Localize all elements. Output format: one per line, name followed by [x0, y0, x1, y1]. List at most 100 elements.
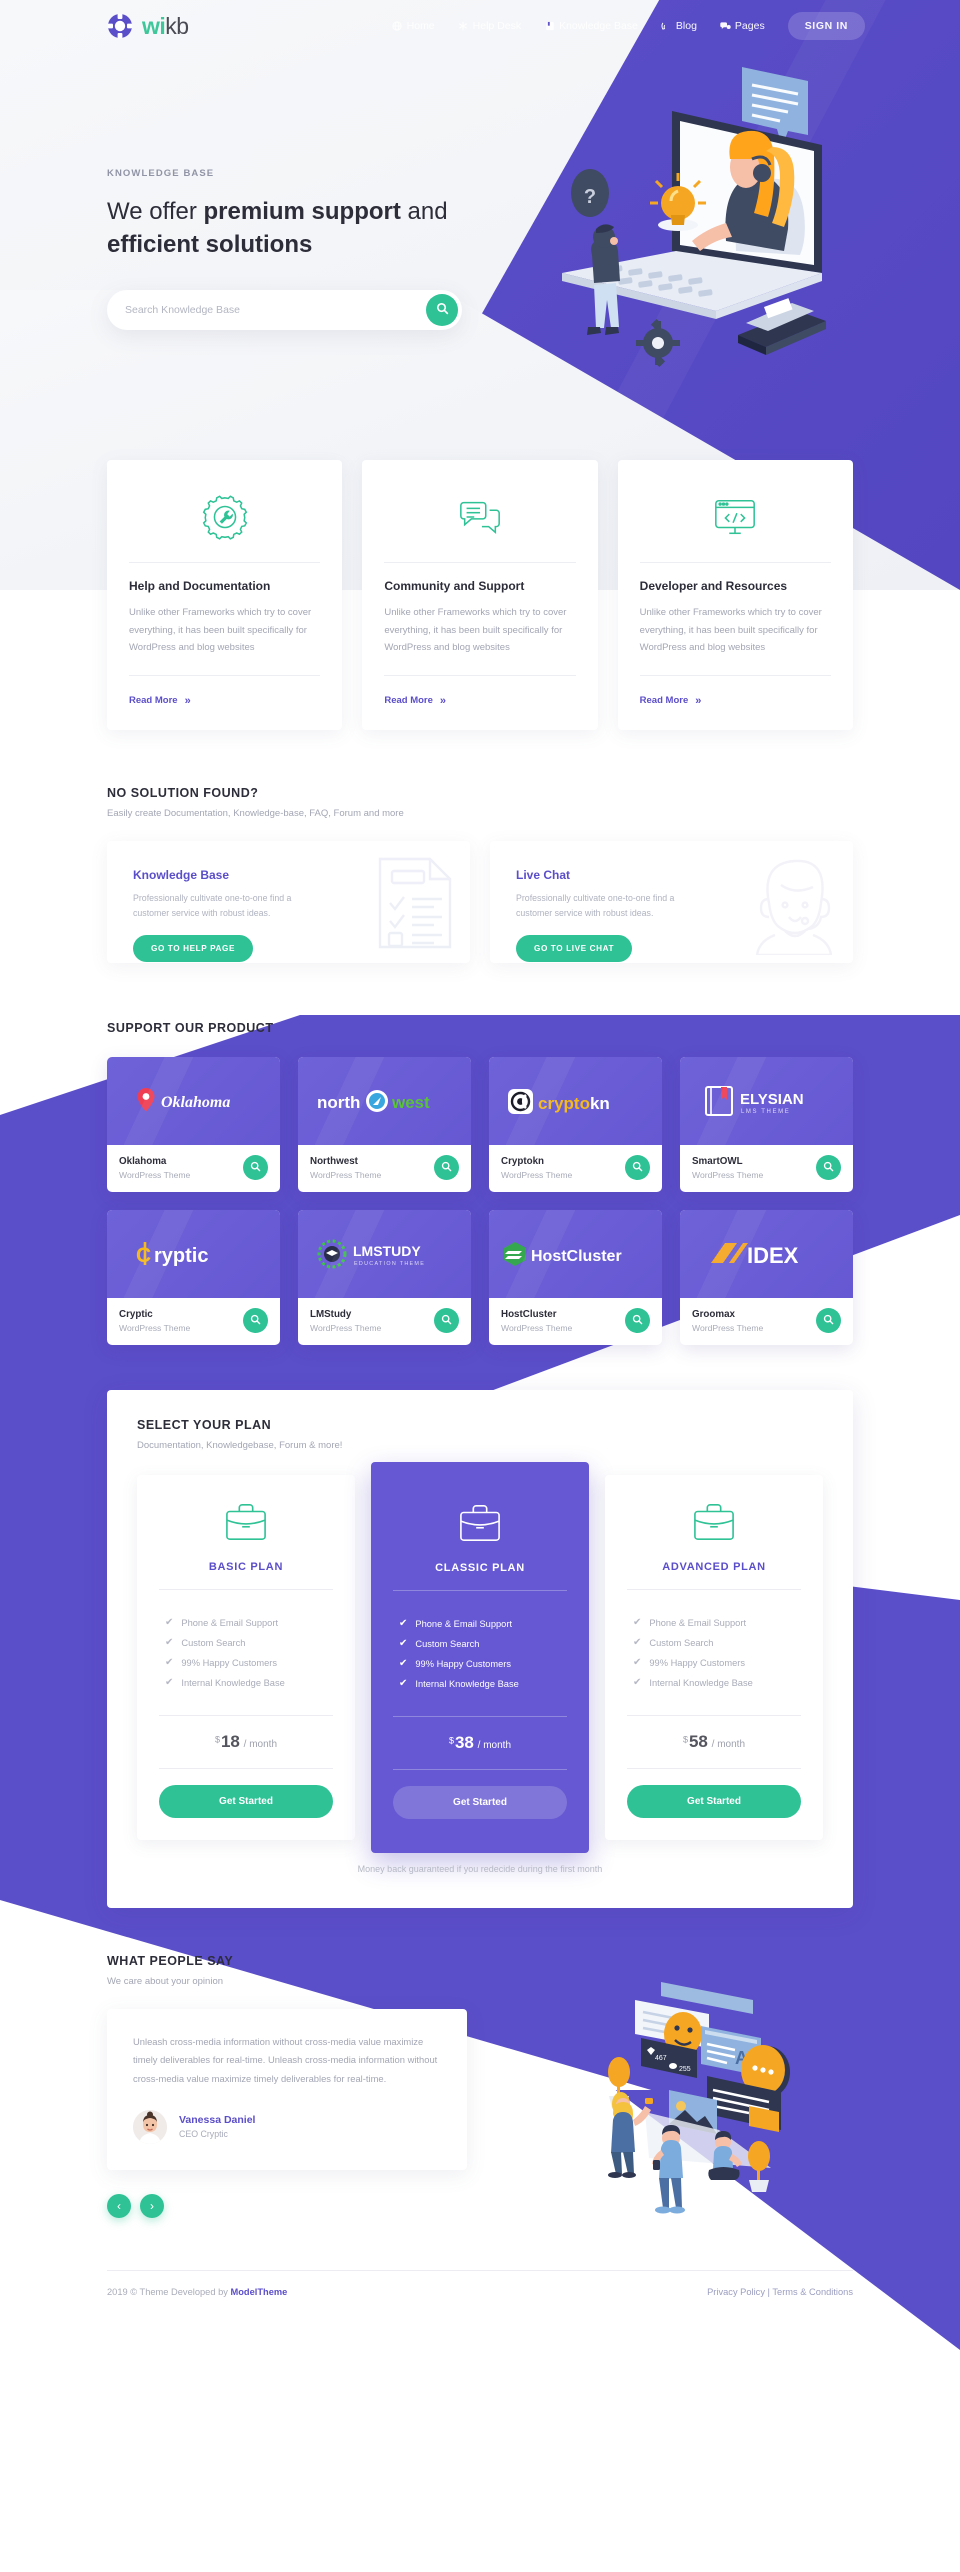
- nav-item-pages-label: Pages: [734, 20, 765, 32]
- plan-feature-label: Phone & Email Support: [181, 1617, 279, 1628]
- plan-card-classic[interactable]: CLASSIC PLAN ✔ Phone & Email Support ✔ Cus…: [371, 1462, 589, 1853]
- products-section: SUPPORT OUR PRODUCT Oklahoma Oklahoma Wo…: [107, 1021, 853, 1345]
- nav-item-pages[interactable]: Pages: [720, 20, 765, 32]
- divider: [159, 1715, 333, 1716]
- section-subtitle: Easily create Documentation, Knowledge-b…: [107, 808, 404, 819]
- footer-legal-links[interactable]: Privacy Policy | Terms & Conditions: [707, 2287, 853, 2297]
- carousel-next-button[interactable]: ›: [140, 2193, 164, 2218]
- search-input[interactable]: [125, 303, 426, 316]
- search-button[interactable]: [426, 293, 458, 326]
- chat-bubbles-icon: [384, 486, 575, 562]
- product-subtitle: WordPress Theme: [692, 1169, 764, 1180]
- product-thumbnail: Oklahoma: [107, 1057, 280, 1145]
- plan-card-basic[interactable]: BASIC PLAN ✔ Phone & Email Support ✔ Custo…: [137, 1475, 355, 1840]
- product-thumbnail: ELYSIAN LMS THEME: [680, 1057, 853, 1145]
- plan-feature: ✔ Phone & Email Support: [399, 1618, 561, 1629]
- product-name: Northwest: [310, 1155, 358, 1167]
- copyright: 2019 © Theme Developed by ModelTheme: [107, 2287, 287, 2297]
- product-search-button[interactable]: [816, 1308, 841, 1333]
- live-chat-card[interactable]: Live Chat Professionally cultivate one-t…: [490, 841, 853, 963]
- product-card[interactable]: Oklahoma Oklahoma WordPress Theme: [107, 1057, 280, 1192]
- plan-amount: 38: [454, 1733, 474, 1752]
- product-search-button[interactable]: [625, 1155, 650, 1180]
- product-card[interactable]: north west Northwest WordPress Theme: [298, 1057, 471, 1192]
- go-to-help-page-button[interactable]: GO TO HELP PAGE: [133, 934, 254, 962]
- divider: [627, 1589, 801, 1590]
- svg-text:LMS THEME: LMS THEME: [741, 1109, 790, 1115]
- plan-name: BASIC PLAN: [208, 1561, 284, 1573]
- check-icon: ✔: [165, 1657, 174, 1668]
- plan-feature-label: Internal Knowledge Base: [415, 1678, 519, 1689]
- nav-item-help-desk[interactable]: Help Desk: [458, 20, 521, 32]
- nav-item-knowledge-base[interactable]: Knowledge Base: [544, 20, 638, 32]
- product-meta: HostCluster WordPress Theme: [489, 1298, 662, 1345]
- copyright-brand: ModelTheme: [230, 2286, 288, 2297]
- read-more-label: Read More: [639, 695, 689, 706]
- product-search-button[interactable]: [243, 1308, 268, 1333]
- nav-item-blog[interactable]: Blog: [661, 20, 697, 32]
- plan-price: $38 / month: [393, 1733, 567, 1753]
- divider: [393, 1590, 567, 1591]
- plan-feature-label: Internal Knowledge Base: [181, 1677, 285, 1688]
- read-more-link[interactable]: Read More »: [639, 694, 702, 707]
- avatar: [133, 2109, 167, 2144]
- brand-name: wikb: [142, 13, 189, 40]
- brand-name-second: kb: [165, 12, 189, 39]
- chevron-right-icon: »: [439, 694, 446, 707]
- product-meta: Oklahoma WordPress Theme: [107, 1145, 280, 1192]
- product-card[interactable]: LMSTUDY EDUCATION THEME LMStudy WordPres…: [298, 1210, 471, 1345]
- product-search-button[interactable]: [625, 1308, 650, 1333]
- feature-card[interactable]: Community and Support Unlike other Frame…: [362, 460, 598, 730]
- product-card[interactable]: cryptokn Cryptokn WordPress Theme: [489, 1057, 662, 1192]
- sign-in-button[interactable]: SIGN IN: [787, 12, 865, 40]
- globe-icon: [392, 21, 403, 32]
- hero-title-bold1: premium support: [203, 198, 401, 225]
- top-navigation-bar: wikb Home Help Desk Knowledge Base Blog …: [0, 0, 960, 52]
- product-card[interactable]: C ryptic Cryptic WordPress Theme: [107, 1210, 280, 1345]
- check-icon: ✔: [165, 1677, 174, 1688]
- page-title: We offer premium support and efficient s…: [107, 196, 527, 262]
- plan-name: ADVANCED PLAN: [662, 1561, 766, 1573]
- carousel-prev-button[interactable]: ‹: [107, 2193, 131, 2218]
- svg-text:EDUCATION THEME: EDUCATION THEME: [354, 1261, 425, 1267]
- nav-item-home[interactable]: Home: [392, 20, 435, 32]
- go-to-live-chat-button[interactable]: GO TO LIVE CHAT: [516, 934, 633, 962]
- product-card[interactable]: ELYSIAN LMS THEME SmartOWL WordPress The…: [680, 1057, 853, 1192]
- product-search-button[interactable]: [434, 1155, 459, 1180]
- feature-card[interactable]: Developer and Resources Unlike other Fra…: [617, 460, 853, 730]
- hero-title-part1: We offer: [107, 198, 204, 225]
- money-back-guarantee-text: Money back guaranteed if you redecide du…: [357, 1864, 603, 1874]
- nav-item-blog-label: Blog: [675, 20, 697, 32]
- briefcase-icon: [627, 1501, 801, 1543]
- product-subtitle: WordPress Theme: [119, 1169, 191, 1180]
- plan-feature-label: Phone & Email Support: [649, 1617, 747, 1628]
- product-search-button[interactable]: [243, 1155, 268, 1180]
- feature-card[interactable]: Help and Documentation Unlike other Fram…: [107, 460, 343, 730]
- main-nav: Home Help Desk Knowledge Base Blog Pages…: [392, 12, 865, 40]
- plan-features: ✔ Phone & Email Support ✔ Custom Search ✔ 9…: [393, 1607, 567, 1700]
- plan-card-advanced[interactable]: ADVANCED PLAN ✔ Phone & Email Support ✔ Cu…: [605, 1475, 823, 1840]
- get-started-button[interactable]: Get Started: [627, 1785, 801, 1818]
- product-card[interactable]: IDEX Groomax WordPress Theme: [680, 1210, 853, 1345]
- plan-feature-label: Custom Search: [415, 1638, 480, 1649]
- card-text: Professionally cultivate one-to-one find…: [133, 893, 292, 919]
- product-subtitle: WordPress Theme: [501, 1322, 573, 1333]
- product-search-button[interactable]: [434, 1308, 459, 1333]
- plan-name: CLASSIC PLAN: [435, 1562, 525, 1574]
- get-started-button[interactable]: Get Started: [159, 1785, 333, 1818]
- knowledge-base-card[interactable]: Knowledge Base Professionally cultivate …: [107, 841, 470, 963]
- no-solution-cards: Knowledge Base Professionally cultivate …: [107, 841, 853, 963]
- section-title: SUPPORT OUR PRODUCT: [107, 1021, 274, 1035]
- brand-logo[interactable]: wikb: [107, 13, 189, 40]
- product-search-button[interactable]: [816, 1155, 841, 1180]
- get-started-button[interactable]: Get Started: [393, 1786, 567, 1819]
- support-agent-icon: [751, 855, 837, 960]
- chevron-right-icon: »: [695, 694, 701, 707]
- read-more-link[interactable]: Read More »: [384, 694, 446, 707]
- check-icon: ✔: [399, 1638, 408, 1649]
- feature-card-text: Unlike other Frameworks which try to cov…: [639, 607, 822, 654]
- product-card[interactable]: HostCluster HostCluster WordPress Theme: [489, 1210, 662, 1345]
- plan-price: $58 / month: [627, 1732, 801, 1752]
- read-more-link[interactable]: Read More »: [129, 695, 191, 707]
- main-content: Help and Documentation Unlike other Fram…: [0, 460, 960, 2319]
